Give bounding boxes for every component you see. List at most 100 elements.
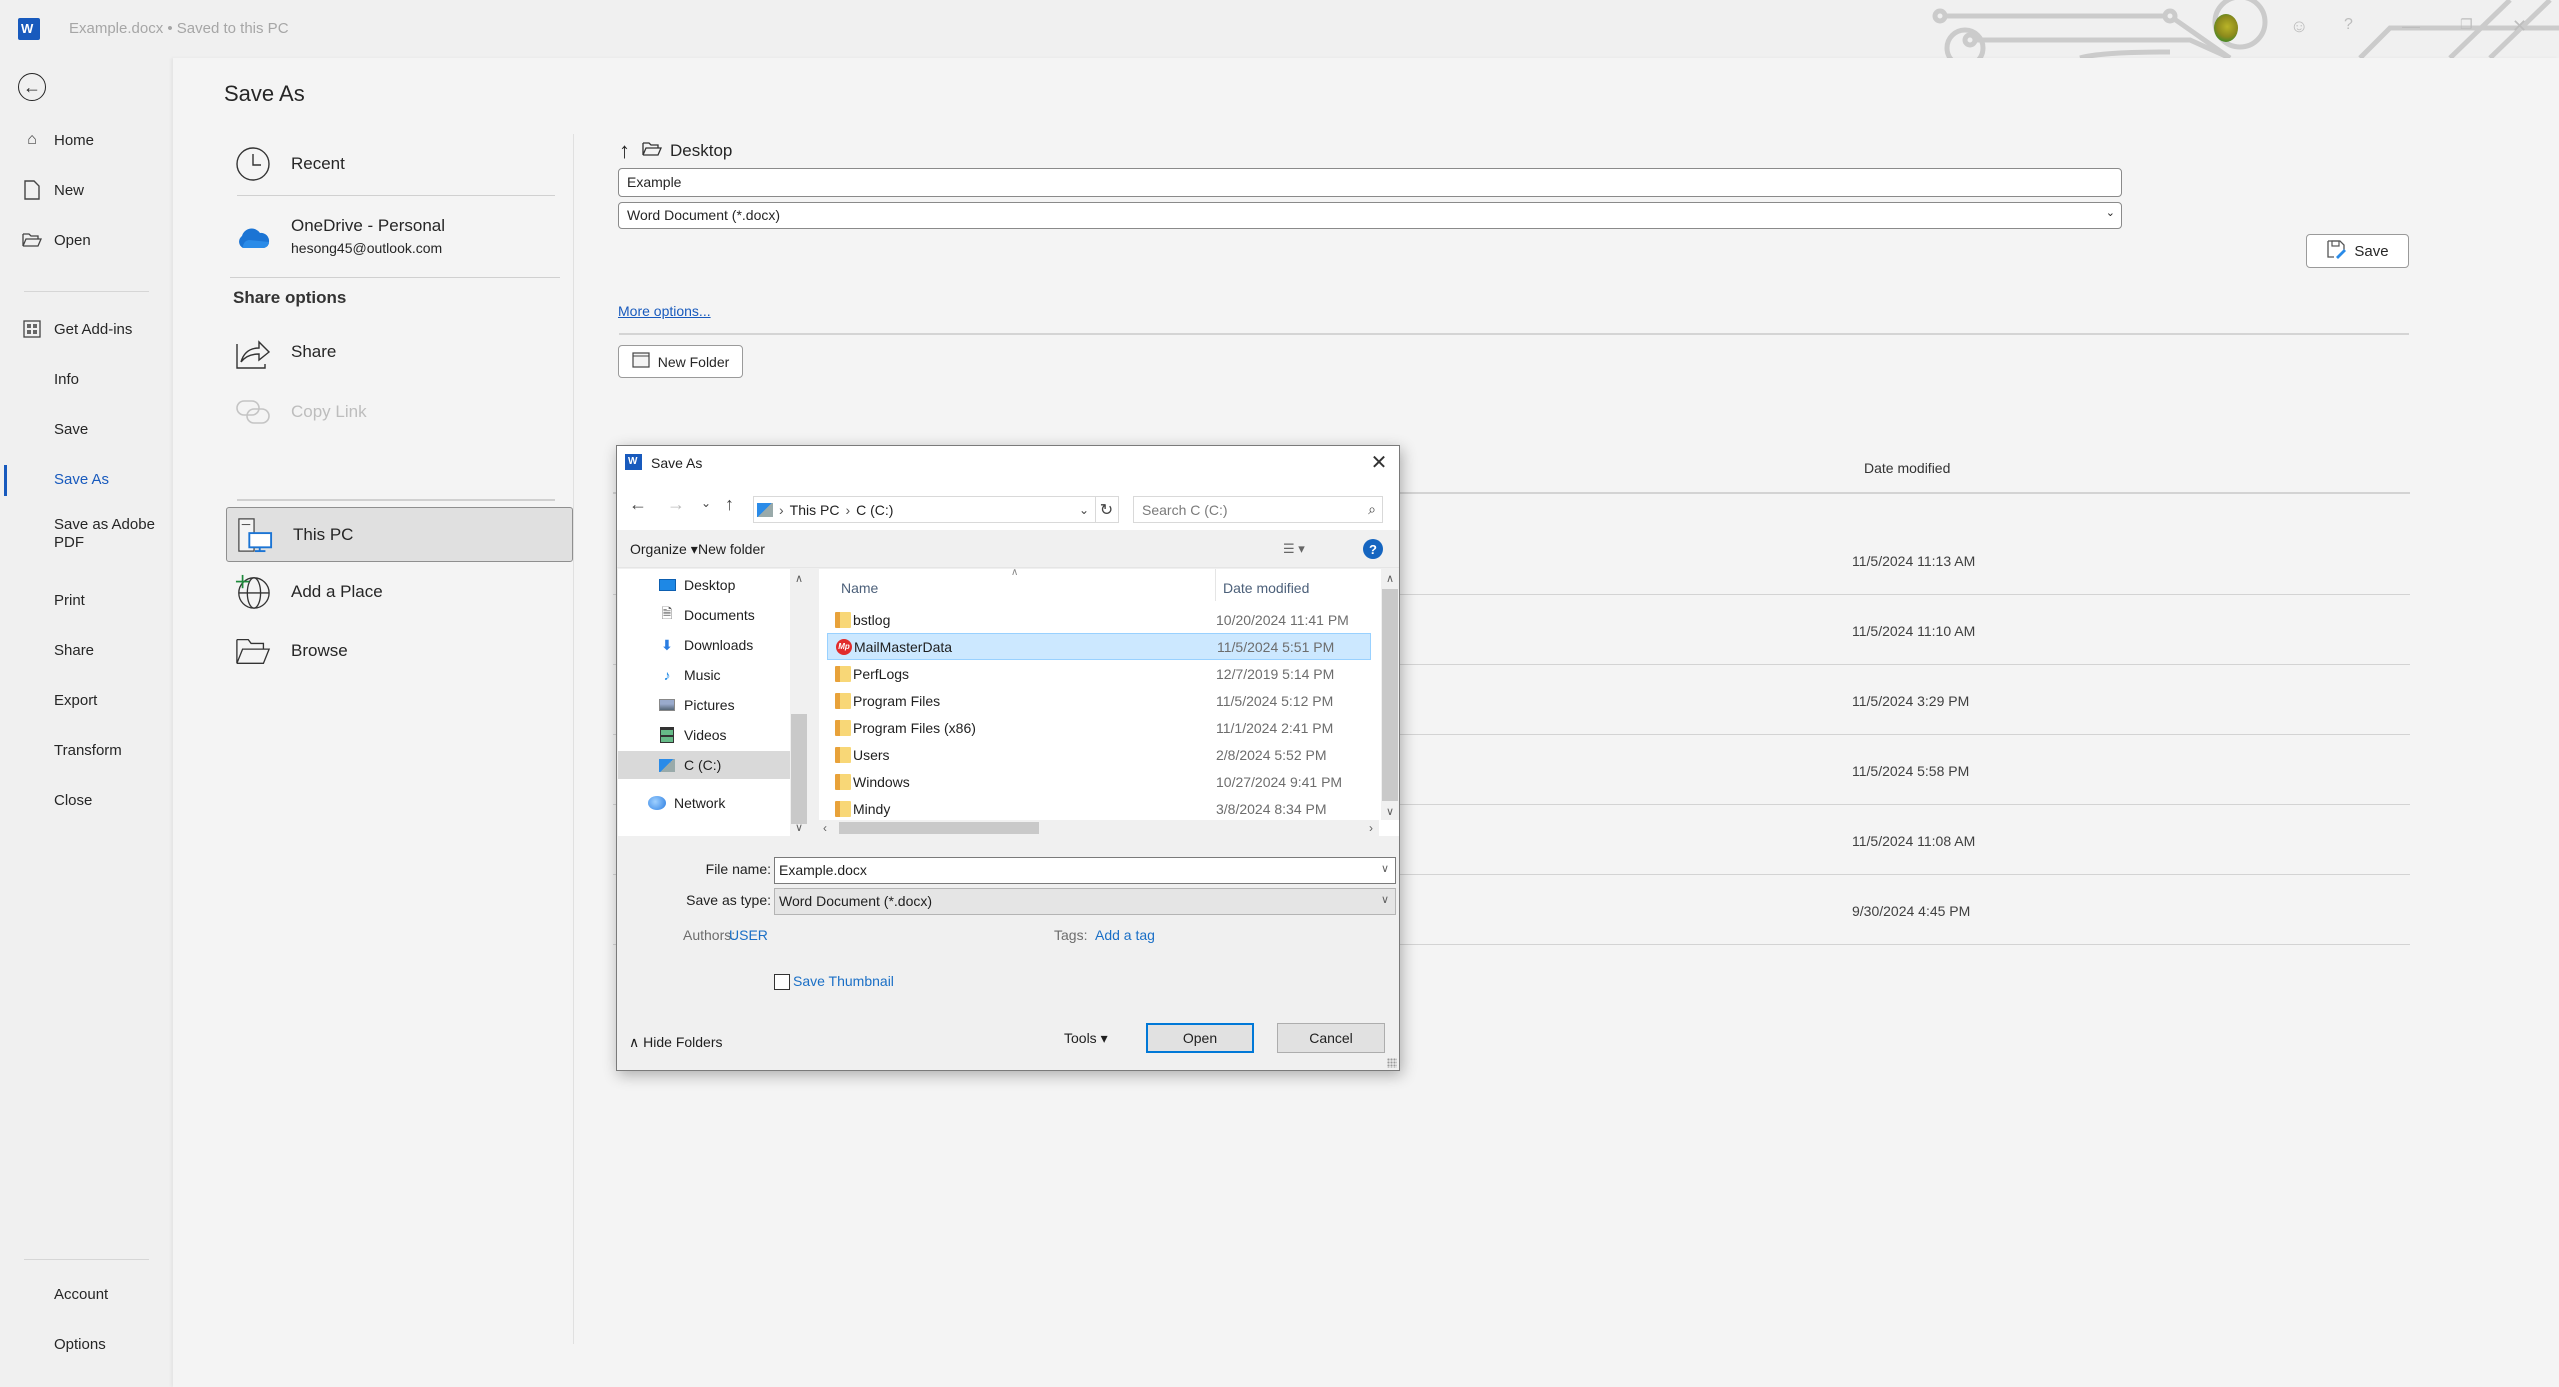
help-icon[interactable]: ? xyxy=(2344,16,2353,34)
coauthor-icon[interactable]: ☺ xyxy=(2290,16,2308,37)
search-input[interactable]: Search C (C:) ⌕ xyxy=(1133,496,1383,523)
nav-item-share[interactable]: Share xyxy=(0,630,173,670)
forward-arrow-icon[interactable]: → xyxy=(667,494,685,515)
tools-button[interactable]: Tools ▾ xyxy=(1064,1030,1108,1047)
dialog-close-button[interactable]: ✕ xyxy=(1365,448,1393,476)
back-button[interactable]: ← xyxy=(18,73,46,101)
location-browse[interactable]: Browse xyxy=(225,629,565,673)
file-row[interactable]: bstlog 10/20/2024 11:41 PM xyxy=(827,606,1371,633)
up-folder-icon[interactable]: ↑ xyxy=(619,138,630,164)
tree-item-desktop[interactable]: Desktop xyxy=(618,571,790,599)
recent-locations-chevron-icon[interactable]: ⌄ xyxy=(701,496,711,510)
authors-value[interactable]: USER xyxy=(729,927,768,943)
tree-item-downloads[interactable]: ⬇ Downloads xyxy=(618,631,790,659)
nav-item-save[interactable]: Save xyxy=(0,409,173,449)
save-thumbnail-label[interactable]: Save Thumbnail xyxy=(793,973,894,989)
location-share[interactable]: Share xyxy=(225,330,565,374)
file-row[interactable]: Users 2/8/2024 5:52 PM xyxy=(827,741,1371,768)
resize-grip[interactable] xyxy=(1387,1058,1397,1068)
restore-icon[interactable]: ❐ xyxy=(2460,16,2473,33)
folder-tree: Desktop 🗎 Documents ⬇ Downloads ♪ Music … xyxy=(618,569,808,836)
save-as-type-select[interactable]: Word Document (*.docx) ∨ xyxy=(774,888,1396,915)
nav-item-close[interactable]: Close xyxy=(0,780,173,820)
nav-item-new[interactable]: New xyxy=(0,170,173,210)
file-row[interactable]: PerfLogs 12/7/2019 5:14 PM xyxy=(827,660,1371,687)
nav-item-options[interactable]: Options xyxy=(0,1324,173,1364)
nav-item-print[interactable]: Print xyxy=(0,580,173,620)
open-button[interactable]: Open xyxy=(1146,1023,1254,1053)
scroll-down-icon[interactable]: ∨ xyxy=(1381,805,1399,818)
file-list-horizontal-scrollbar[interactable]: ‹ › xyxy=(819,820,1379,836)
up-arrow-icon[interactable]: ↑ xyxy=(725,494,734,515)
address-bar[interactable]: › This PC › C (C:) ⌄ xyxy=(753,496,1096,523)
file-row[interactable]: Program Files (x86) 11/1/2024 2:41 PM xyxy=(827,714,1371,741)
refresh-button[interactable]: ↻ xyxy=(1095,496,1119,523)
file-list-scrollbar[interactable]: ∧ ∨ xyxy=(1381,569,1399,820)
nav-item-account[interactable]: Account xyxy=(0,1274,173,1314)
hide-folders-button[interactable]: ∧ Hide Folders xyxy=(629,1034,723,1051)
nav-item-home[interactable]: ⌂ Home xyxy=(0,120,173,160)
minimize-icon[interactable]: — xyxy=(2402,16,2420,37)
save-button[interactable]: Save xyxy=(2306,234,2409,268)
scroll-left-icon[interactable]: ‹ xyxy=(823,821,827,835)
chevron-down-icon[interactable]: ∨ xyxy=(1381,862,1389,875)
file-list-scrollbar-thumb[interactable] xyxy=(1382,589,1398,801)
nav-item-open[interactable]: Open xyxy=(0,220,173,260)
view-options-icon[interactable]: ☰ ▾ xyxy=(1283,541,1305,557)
location-this-pc[interactable]: This PC xyxy=(226,507,573,562)
file-row[interactable]: Mindy 3/8/2024 8:34 PM xyxy=(827,795,1371,822)
file-row[interactable]: Mp MailMasterData 11/5/2024 5:51 PM xyxy=(827,633,1371,660)
dialog-file-name-input[interactable]: Example.docx ∨ xyxy=(774,857,1396,884)
location-recent[interactable]: Recent xyxy=(225,141,565,187)
nav-item-save-as[interactable]: Save As xyxy=(0,459,173,499)
location-add-a-place[interactable]: Add a Place xyxy=(225,570,565,614)
tree-scrollbar-thumb[interactable] xyxy=(791,714,807,824)
organize-button[interactable]: Organize ▾ xyxy=(630,541,698,558)
column-header-name[interactable]: Name xyxy=(841,580,878,596)
close-icon[interactable]: ✕ xyxy=(2512,16,2527,37)
nav-item-export[interactable]: Export xyxy=(0,680,173,720)
nav-item-info[interactable]: Info xyxy=(0,359,173,399)
current-folder-name[interactable]: Desktop xyxy=(670,141,732,161)
scroll-up-icon[interactable]: ∧ xyxy=(1381,572,1399,585)
address-dropdown-chevron-icon[interactable]: ⌄ xyxy=(1079,503,1089,517)
tree-item-c-drive[interactable]: C (C:) xyxy=(618,751,790,779)
folder-icon xyxy=(835,800,851,817)
file-type-select[interactable]: Word Document (*.docx) ⌄ xyxy=(618,202,2122,229)
more-options-link[interactable]: More options... xyxy=(618,303,711,319)
new-folder-button[interactable]: New folder xyxy=(698,541,765,557)
dialog-title-bar[interactable]: W Save As ✕ xyxy=(617,446,1399,478)
help-icon[interactable]: ? xyxy=(1363,539,1383,559)
file-row[interactable]: Windows 10/27/2024 9:41 PM xyxy=(827,768,1371,795)
nav-item-save-as-adobe-pdf[interactable]: Save as Adobe PDF xyxy=(0,509,173,559)
file-row[interactable]: Program Files 11/5/2024 5:12 PM xyxy=(827,687,1371,714)
breadcrumb-this-pc[interactable]: This PC xyxy=(790,502,840,518)
scroll-right-icon[interactable]: › xyxy=(1369,821,1373,835)
back-arrow-icon[interactable]: ← xyxy=(629,494,647,515)
nav-item-get-add-ins[interactable]: Get Add-ins xyxy=(0,309,173,349)
file-name-input[interactable]: Example xyxy=(618,168,2122,197)
tree-item-pictures[interactable]: Pictures xyxy=(618,691,790,719)
save-thumbnail-checkbox[interactable] xyxy=(774,974,790,990)
breadcrumb-c-drive[interactable]: C (C:) xyxy=(856,502,893,518)
location-copy-link[interactable]: Copy Link xyxy=(225,390,565,434)
nav-item-transform[interactable]: Transform xyxy=(0,730,173,770)
scroll-up-icon[interactable]: ∧ xyxy=(790,572,808,585)
scroll-down-icon[interactable]: ∨ xyxy=(790,821,808,834)
column-header-date-modified[interactable]: Date modified xyxy=(1864,460,1950,476)
add-tag-link[interactable]: Add a tag xyxy=(1095,927,1155,943)
location-onedrive[interactable]: OneDrive - Personal hesong45@outlook.com xyxy=(225,210,565,266)
tree-item-music[interactable]: ♪ Music xyxy=(618,661,790,689)
new-folder-button[interactable]: New Folder xyxy=(618,345,743,378)
column-header-date-modified[interactable]: Date modified xyxy=(1223,580,1309,596)
cancel-button[interactable]: Cancel xyxy=(1277,1023,1385,1053)
horizontal-scrollbar-thumb[interactable] xyxy=(839,822,1039,834)
user-avatar[interactable] xyxy=(2214,14,2238,42)
list-item-date: 11/5/2024 3:29 PM xyxy=(1852,693,1970,709)
folder-icon xyxy=(835,692,851,709)
column-separator[interactable] xyxy=(1215,569,1216,601)
tree-item-documents[interactable]: 🗎 Documents xyxy=(618,601,790,629)
tree-item-videos[interactable]: Videos xyxy=(618,721,790,749)
tree-item-network[interactable]: Network xyxy=(618,789,790,817)
tree-scrollbar[interactable]: ∧ ∨ xyxy=(790,569,808,836)
